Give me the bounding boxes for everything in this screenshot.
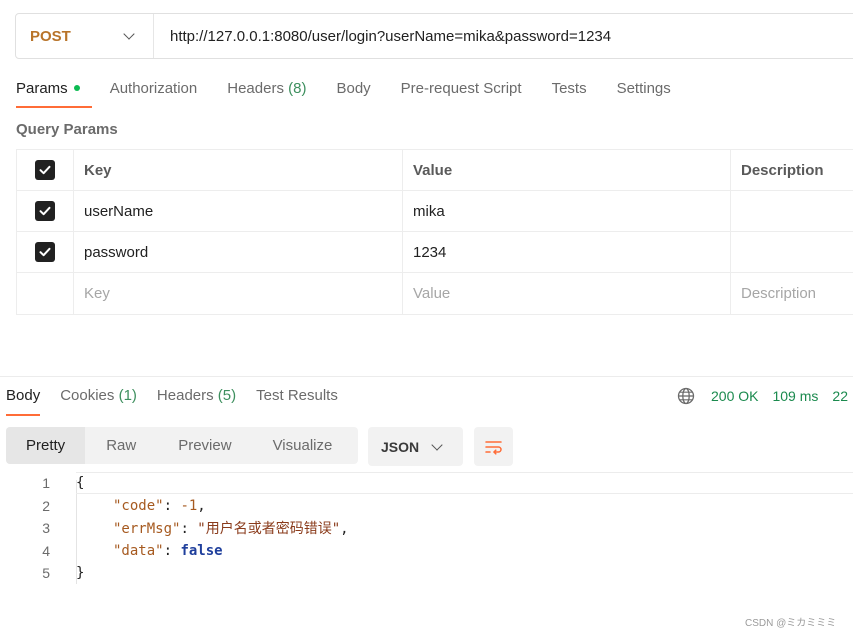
column-header-key: Key (74, 150, 403, 190)
chevron-down-icon (431, 438, 443, 451)
tab-tests[interactable]: Tests (552, 78, 587, 97)
tab-headers[interactable]: Headers (8) (227, 78, 306, 97)
cookies-count: (1) (118, 387, 137, 404)
code-line: 4 "data": false (0, 540, 853, 563)
tab-pre-request-script[interactable]: Pre-request Script (401, 78, 522, 97)
format-label: JSON (381, 438, 420, 455)
json-value: "用户名或者密码错误" (197, 521, 341, 538)
param-value-cell[interactable]: mika (403, 191, 731, 231)
json-key: "data" (113, 542, 164, 559)
line-number: 5 (42, 565, 50, 582)
params-indicator-dot (73, 85, 80, 92)
tab-params[interactable]: Params (16, 78, 92, 108)
line-number: 1 (42, 475, 50, 492)
code-line: 3 "errMsg": "用户名或者密码错误", (0, 517, 853, 540)
new-description-placeholder[interactable]: Description (731, 273, 853, 314)
line-number: 4 (42, 542, 50, 559)
chevron-down-icon (123, 28, 135, 40)
json-value: false (180, 542, 223, 559)
select-all-checkbox[interactable] (35, 160, 55, 180)
new-value-placeholder[interactable]: Value (403, 273, 731, 314)
tab-response-headers[interactable]: Headers (5) (157, 387, 236, 404)
table-row: userName mika (17, 191, 853, 232)
method-dropdown[interactable]: POST (16, 14, 154, 58)
param-enabled-checkbox[interactable] (35, 242, 55, 262)
param-value-cell[interactable]: 1234 (403, 232, 731, 272)
param-key-cell[interactable]: password (74, 232, 403, 272)
tab-response-body[interactable]: Body (6, 387, 41, 416)
view-raw-button[interactable]: Raw (85, 427, 157, 464)
table-row: password 1234 (17, 232, 853, 273)
headers-count: (8) (288, 80, 307, 97)
response-body-viewer[interactable]: 1 { 2 "code": -1, 3 "errMsg": "用户名或者密码错误… (0, 472, 853, 592)
code-line: 1 { (0, 472, 853, 495)
globe-icon[interactable] (677, 387, 695, 405)
status-badge[interactable]: 200 OK (711, 388, 758, 404)
code-line: 5 } (0, 562, 853, 585)
new-param-row: Key Value Description (17, 273, 853, 314)
request-tabs: Params Authorization Headers (8) Body Pr… (16, 78, 701, 110)
response-divider[interactable] (0, 376, 853, 377)
column-header-value: Value (403, 150, 731, 190)
code-text: } (76, 565, 85, 582)
tab-cookies[interactable]: Cookies (1) (60, 387, 137, 404)
response-headers-count: (5) (217, 387, 237, 404)
json-key: "errMsg" (113, 521, 181, 538)
json-key: "code" (113, 497, 164, 514)
view-visualize-button[interactable]: Visualize (253, 427, 353, 464)
param-description-cell[interactable] (731, 191, 853, 231)
view-pretty-button[interactable]: Pretty (6, 427, 86, 464)
tab-test-results[interactable]: Test Results (256, 387, 338, 404)
new-key-placeholder[interactable]: Key (74, 273, 403, 314)
view-preview-button[interactable]: Preview (157, 427, 252, 464)
request-url-bar: POST (15, 13, 853, 59)
format-dropdown[interactable]: JSON (368, 427, 463, 466)
json-value: -1 (180, 497, 198, 514)
query-params-table: Key Value Description userName mika pass… (16, 149, 853, 315)
column-header-description: Description (741, 161, 824, 179)
line-number: 3 (42, 520, 50, 537)
wrap-lines-icon (484, 440, 502, 455)
response-time[interactable]: 109 ms (772, 388, 818, 404)
view-mode-segmented: Pretty Raw Preview Visualize (6, 427, 358, 464)
line-number: 2 (42, 497, 50, 514)
code-line: 2 "code": -1, (0, 495, 853, 518)
tab-settings[interactable]: Settings (617, 78, 671, 97)
wrap-lines-button[interactable] (474, 427, 513, 466)
param-description-cell[interactable] (731, 232, 853, 272)
response-tabs: Body Cookies (1) Headers (5) Test Result… (6, 387, 358, 416)
table-header-row: Key Value Description (17, 150, 853, 191)
query-params-title: Query Params (16, 121, 118, 138)
active-line-highlight (76, 472, 853, 494)
param-key-cell[interactable]: userName (74, 191, 403, 231)
method-label: POST (30, 27, 71, 45)
response-size[interactable]: 22 (832, 388, 848, 404)
url-input[interactable] (154, 27, 853, 45)
tab-authorization[interactable]: Authorization (110, 78, 198, 97)
watermark: CSDN @ミカミミミ (745, 618, 837, 629)
param-enabled-checkbox[interactable] (35, 201, 55, 221)
response-meta: 200 OK 109 ms 22 (677, 387, 848, 405)
tab-body[interactable]: Body (336, 78, 370, 97)
